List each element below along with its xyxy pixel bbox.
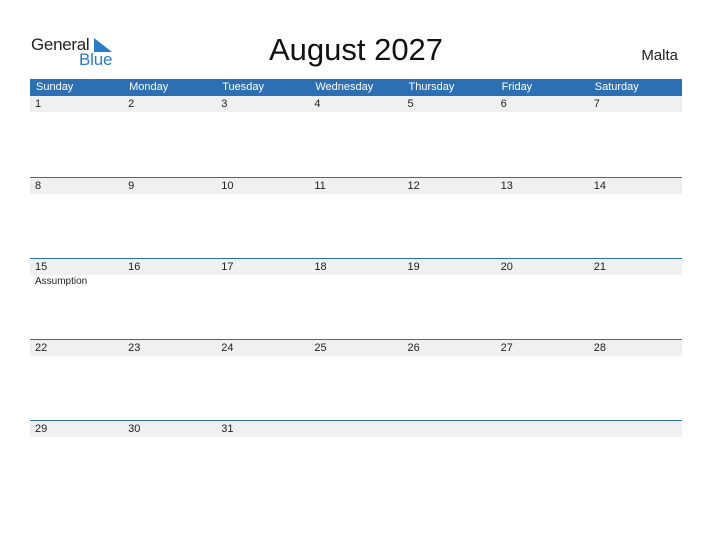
day-event — [216, 112, 309, 113]
event-row — [30, 194, 682, 195]
day-number: 16 — [128, 261, 141, 273]
day-number: 18 — [314, 261, 327, 273]
day-event — [123, 275, 216, 287]
weekday-friday: Friday — [501, 81, 533, 93]
day-event — [589, 437, 682, 438]
weekday-saturday: Saturday — [594, 81, 639, 93]
day-number: 21 — [593, 261, 606, 273]
week-row: 15 16 17 18 19 20 21 Assumption — [30, 258, 682, 339]
day-number: 10 — [221, 180, 234, 192]
day-event — [309, 356, 402, 357]
day-number: 15 — [35, 261, 48, 273]
day-number: 19 — [407, 261, 420, 273]
date-strip: 8 9 10 11 12 13 14 — [30, 178, 682, 194]
page-title: August 2027 — [268, 32, 444, 67]
day-event — [309, 194, 402, 195]
day-number: 12 — [407, 180, 420, 192]
day-number: 26 — [407, 342, 420, 354]
day-number: 8 — [35, 180, 42, 192]
day-number: 27 — [500, 342, 513, 354]
weekday-monday: Monday — [129, 81, 169, 93]
date-strip: 29 30 31 — [30, 421, 682, 437]
day-event — [403, 356, 496, 357]
day-number: 9 — [128, 180, 135, 192]
day-number: 24 — [221, 342, 234, 354]
day-number: 28 — [593, 342, 606, 354]
calendar-grid: Sunday Monday Tuesday Wednesday Thursday… — [30, 79, 682, 501]
day-event — [496, 356, 589, 357]
date-strip: 22 23 24 25 26 27 28 — [30, 340, 682, 356]
day-event — [403, 437, 496, 438]
day-event — [123, 112, 216, 113]
event-row — [30, 112, 682, 113]
day-event — [30, 194, 123, 195]
day-number — [309, 421, 402, 437]
country-label: Malta — [641, 47, 678, 64]
day-number: 23 — [128, 342, 141, 354]
date-strip: 15 16 17 18 19 20 21 — [30, 259, 682, 275]
weekday-wednesday: Wednesday — [315, 81, 374, 93]
day-number — [403, 421, 496, 437]
day-event — [123, 194, 216, 195]
day-number: 1 — [35, 98, 42, 110]
day-number: 4 — [314, 98, 321, 110]
week-row: 8 9 10 11 12 13 14 — [30, 177, 682, 258]
day-event — [403, 275, 496, 287]
weekday-thursday: Thursday — [408, 81, 455, 93]
weekday-tuesday: Tuesday — [222, 81, 265, 93]
day-event — [30, 356, 123, 357]
weeks-container: 1 2 3 4 5 6 7 8 9 10 11 12 13 14 15 16 17 18 19 20 21 Assumpt… — [30, 96, 682, 501]
day-event — [589, 356, 682, 357]
day-number: 2 — [128, 98, 135, 110]
day-number — [496, 421, 589, 437]
day-event — [216, 275, 309, 287]
day-event — [123, 437, 216, 438]
day-number: 3 — [221, 98, 228, 110]
day-event — [30, 112, 123, 113]
day-number — [589, 421, 682, 437]
date-strip: 1 2 3 4 5 6 7 — [30, 96, 682, 112]
day-event — [216, 356, 309, 357]
day-event — [496, 275, 589, 287]
day-number: 17 — [221, 261, 234, 273]
day-event — [123, 356, 216, 357]
day-number: 22 — [35, 342, 48, 354]
day-number: 29 — [35, 423, 48, 435]
day-number: 11 — [314, 180, 326, 192]
day-event — [589, 194, 682, 195]
week-row: 22 23 24 25 26 27 28 — [30, 339, 682, 420]
day-number: 6 — [500, 98, 507, 110]
event-row — [30, 437, 682, 438]
week-row: 1 2 3 4 5 6 7 — [30, 96, 682, 177]
day-event — [216, 194, 309, 195]
weekday-header: Sunday Monday Tuesday Wednesday Thursday… — [30, 79, 682, 96]
day-event — [216, 437, 309, 438]
day-number: 30 — [128, 423, 141, 435]
day-event — [496, 437, 589, 438]
day-number: 20 — [500, 261, 513, 273]
day-number: 14 — [593, 180, 606, 192]
week-row: 29 30 31 — [30, 420, 682, 501]
day-event — [309, 112, 402, 113]
day-event — [496, 112, 589, 113]
event-row: Assumption — [30, 275, 682, 287]
day-number: 5 — [407, 98, 414, 110]
day-event — [403, 112, 496, 113]
day-number: 7 — [593, 98, 600, 110]
day-number: 25 — [314, 342, 327, 354]
day-event — [589, 275, 682, 287]
day-event — [403, 194, 496, 195]
weekday-sunday: Sunday — [36, 81, 74, 93]
day-event: Assumption — [35, 276, 88, 287]
day-number: 13 — [500, 180, 513, 192]
day-event — [496, 194, 589, 195]
day-event — [30, 437, 123, 438]
day-number: 31 — [221, 423, 234, 435]
day-event — [589, 112, 682, 113]
event-row — [30, 356, 682, 357]
day-event — [309, 437, 402, 438]
day-event — [309, 275, 402, 287]
